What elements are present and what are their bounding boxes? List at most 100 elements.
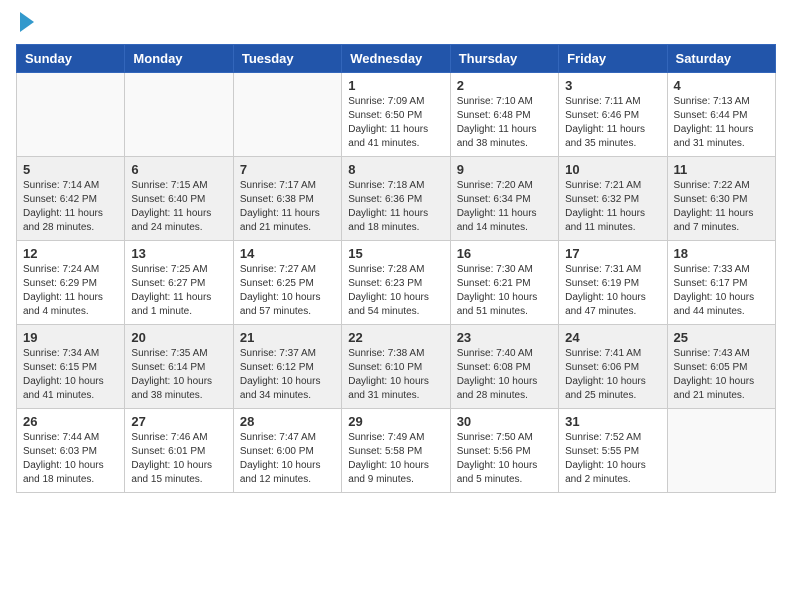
day-number: 16 (457, 246, 552, 261)
day-info: Sunrise: 7:44 AMSunset: 6:03 PMDaylight:… (23, 431, 118, 487)
day-info: Sunrise: 7:50 AMSunset: 5:56 PMDaylight:… (457, 431, 552, 487)
day-info: Sunrise: 7:11 AMSunset: 6:46 PMDaylight:… (565, 95, 660, 151)
day-number: 17 (565, 246, 660, 261)
calendar-cell: 18Sunrise: 7:33 AMSunset: 6:17 PMDayligh… (667, 241, 775, 325)
calendar-cell: 24 Sunrise: 7:41 AMSunset: 6:06 PMDayligh… (559, 325, 667, 409)
calendar-cell: 7 Sunrise: 7:17 AMSunset: 6:38 PMDaylight… (233, 157, 341, 241)
day-info: Sunrise: 7:13 AMSunset: 6:44 PMDaylight:… (674, 95, 769, 151)
day-number: 8 (348, 162, 443, 177)
header-monday: Monday (125, 45, 233, 73)
day-number: 14 (240, 246, 335, 261)
day-number: 25 (674, 330, 769, 345)
day-number: 22 (348, 330, 443, 345)
day-number: 20 (131, 330, 226, 345)
calendar-cell: 17 Sunrise: 7:31 AMSunset: 6:19 PMDayligh… (559, 241, 667, 325)
day-number: 11 (674, 162, 769, 177)
day-info: Sunrise: 7:17 AMSunset: 6:38 PMDaylight:… (240, 179, 335, 235)
calendar-cell (667, 409, 775, 493)
day-info: Sunrise: 7:52 AMSunset: 5:55 PMDaylight:… (565, 431, 660, 487)
calendar-cell: 28Sunrise: 7:47 AMSunset: 6:00 PMDayligh… (233, 409, 341, 493)
day-number: 4 (674, 78, 769, 93)
day-info: Sunrise: 7:25 AMSunset: 6:27 PMDaylight:… (131, 263, 226, 319)
calendar-cell: 25 Sunrise: 7:43 AMSunset: 6:05 PMDayligh… (667, 325, 775, 409)
day-number: 23 (457, 330, 552, 345)
day-number: 27 (131, 414, 226, 429)
day-number: 2 (457, 78, 552, 93)
day-info: Sunrise: 7:30 AMSunset: 6:21 PMDaylight:… (457, 263, 552, 319)
calendar-cell: 5 Sunrise: 7:14 AMSunset: 6:42 PMDaylight… (17, 157, 125, 241)
header-tuesday: Tuesday (233, 45, 341, 73)
day-number: 15 (348, 246, 443, 261)
calendar-cell: 22 Sunrise: 7:38 AMSunset: 6:10 PMDayligh… (342, 325, 450, 409)
day-info: Sunrise: 7:46 AMSunset: 6:01 PMDaylight:… (131, 431, 226, 487)
day-number: 7 (240, 162, 335, 177)
calendar-cell: 14 Sunrise: 7:27 AMSunset: 6:25 PMDayligh… (233, 241, 341, 325)
day-number: 26 (23, 414, 118, 429)
day-info: Sunrise: 7:20 AMSunset: 6:34 PMDaylight:… (457, 179, 552, 235)
calendar-cell: 15 Sunrise: 7:28 AMSunset: 6:23 PMDayligh… (342, 241, 450, 325)
calendar-cell: 23 Sunrise: 7:40 AMSunset: 6:08 PMDayligh… (450, 325, 558, 409)
calendar-cell: 19Sunrise: 7:34 AMSunset: 6:15 PMDayligh… (17, 325, 125, 409)
calendar-cell: 29 Sunrise: 7:49 AMSunset: 5:58 PMDayligh… (342, 409, 450, 493)
day-info: Sunrise: 7:15 AMSunset: 6:40 PMDaylight:… (131, 179, 226, 235)
day-number: 21 (240, 330, 335, 345)
calendar-week-4: 19Sunrise: 7:34 AMSunset: 6:15 PMDayligh… (17, 325, 776, 409)
calendar-cell: 1Sunrise: 7:09 AMSunset: 6:50 PMDaylight… (342, 73, 450, 157)
day-info: Sunrise: 7:47 AMSunset: 6:00 PMDaylight:… (240, 431, 335, 487)
calendar-cell: 12 Sunrise: 7:24 AMSunset: 6:29 PMDayligh… (17, 241, 125, 325)
day-info: Sunrise: 7:21 AMSunset: 6:32 PMDaylight:… (565, 179, 660, 235)
logo-arrow-icon (20, 12, 34, 32)
day-info: Sunrise: 7:24 AMSunset: 6:29 PMDaylight:… (23, 263, 118, 319)
calendar-table: SundayMondayTuesdayWednesdayThursdayFrid… (16, 44, 776, 493)
calendar-cell: 4 Sunrise: 7:13 AMSunset: 6:44 PMDaylight… (667, 73, 775, 157)
day-info: Sunrise: 7:22 AMSunset: 6:30 PMDaylight:… (674, 179, 769, 235)
calendar-week-1: 1Sunrise: 7:09 AMSunset: 6:50 PMDaylight… (17, 73, 776, 157)
day-info: Sunrise: 7:09 AMSunset: 6:50 PMDaylight:… (348, 95, 443, 151)
day-number: 9 (457, 162, 552, 177)
day-number: 19 (23, 330, 118, 345)
day-number: 30 (457, 414, 552, 429)
calendar-cell: 21 Sunrise: 7:37 AMSunset: 6:12 PMDayligh… (233, 325, 341, 409)
logo (16, 16, 34, 32)
day-number: 3 (565, 78, 660, 93)
header-thursday: Thursday (450, 45, 558, 73)
calendar-cell: 16 Sunrise: 7:30 AMSunset: 6:21 PMDayligh… (450, 241, 558, 325)
calendar-cell: 9 Sunrise: 7:20 AMSunset: 6:34 PMDaylight… (450, 157, 558, 241)
day-number: 5 (23, 162, 118, 177)
calendar-cell: 10 Sunrise: 7:21 AMSunset: 6:32 PMDayligh… (559, 157, 667, 241)
calendar-cell (233, 73, 341, 157)
calendar-cell (125, 73, 233, 157)
day-number: 12 (23, 246, 118, 261)
day-info: Sunrise: 7:41 AMSunset: 6:06 PMDaylight:… (565, 347, 660, 403)
header-sunday: Sunday (17, 45, 125, 73)
calendar-body: 1Sunrise: 7:09 AMSunset: 6:50 PMDaylight… (17, 73, 776, 493)
calendar-cell: 11 Sunrise: 7:22 AMSunset: 6:30 PMDayligh… (667, 157, 775, 241)
calendar-cell: 3 Sunrise: 7:11 AMSunset: 6:46 PMDaylight… (559, 73, 667, 157)
day-info: Sunrise: 7:31 AMSunset: 6:19 PMDaylight:… (565, 263, 660, 319)
calendar-cell: 6 Sunrise: 7:15 AMSunset: 6:40 PMDaylight… (125, 157, 233, 241)
day-number: 24 (565, 330, 660, 345)
day-info: Sunrise: 7:38 AMSunset: 6:10 PMDaylight:… (348, 347, 443, 403)
day-number: 10 (565, 162, 660, 177)
day-number: 13 (131, 246, 226, 261)
page-header (16, 16, 776, 32)
day-info: Sunrise: 7:10 AMSunset: 6:48 PMDaylight:… (457, 95, 552, 151)
calendar-cell: 31 Sunrise: 7:52 AMSunset: 5:55 PMDayligh… (559, 409, 667, 493)
day-info: Sunrise: 7:27 AMSunset: 6:25 PMDaylight:… (240, 263, 335, 319)
calendar-cell: 8Sunrise: 7:18 AMSunset: 6:36 PMDaylight… (342, 157, 450, 241)
day-number: 6 (131, 162, 226, 177)
day-info: Sunrise: 7:40 AMSunset: 6:08 PMDaylight:… (457, 347, 552, 403)
day-number: 29 (348, 414, 443, 429)
calendar-cell: 26 Sunrise: 7:44 AMSunset: 6:03 PMDayligh… (17, 409, 125, 493)
calendar-cell: 2 Sunrise: 7:10 AMSunset: 6:48 PMDaylight… (450, 73, 558, 157)
calendar-header-row: SundayMondayTuesdayWednesdayThursdayFrid… (17, 45, 776, 73)
day-number: 31 (565, 414, 660, 429)
calendar-cell: 20Sunrise: 7:35 AMSunset: 6:14 PMDayligh… (125, 325, 233, 409)
day-info: Sunrise: 7:49 AMSunset: 5:58 PMDaylight:… (348, 431, 443, 487)
day-info: Sunrise: 7:14 AMSunset: 6:42 PMDaylight:… (23, 179, 118, 235)
day-info: Sunrise: 7:28 AMSunset: 6:23 PMDaylight:… (348, 263, 443, 319)
calendar-cell: 13 Sunrise: 7:25 AMSunset: 6:27 PMDayligh… (125, 241, 233, 325)
calendar-week-2: 5 Sunrise: 7:14 AMSunset: 6:42 PMDaylight… (17, 157, 776, 241)
day-info: Sunrise: 7:37 AMSunset: 6:12 PMDaylight:… (240, 347, 335, 403)
day-info: Sunrise: 7:43 AMSunset: 6:05 PMDaylight:… (674, 347, 769, 403)
